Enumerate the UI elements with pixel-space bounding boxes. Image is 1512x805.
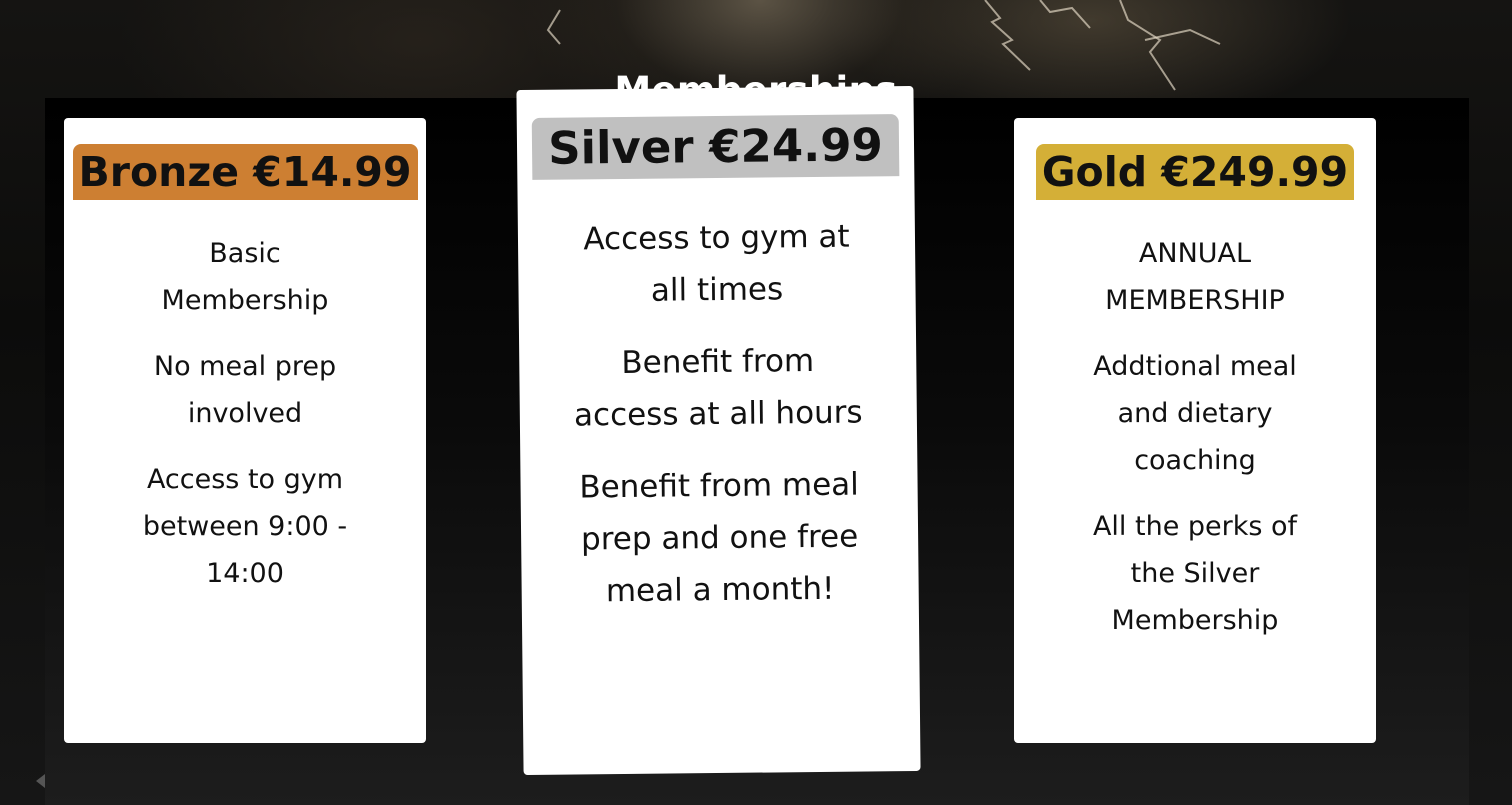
silver-feature-list: Access to gym at all times Benefit from … <box>566 210 870 617</box>
silver-price-label: Silver €24.99 <box>531 114 900 180</box>
bronze-feature-list: Basic Membership No meal prep involved A… <box>125 230 365 597</box>
gold-price-label: Gold €249.99 <box>1035 144 1355 200</box>
chevron-left-icon <box>36 774 45 788</box>
gold-feature: ANNUAL MEMBERSHIP <box>1105 238 1285 316</box>
silver-feature: Benefit from meal prep and one free meal… <box>579 466 859 610</box>
silver-feature: Benefit from access at all hours <box>573 342 863 434</box>
bronze-feature: No meal prep involved <box>153 351 337 429</box>
gold-feature: Addtional meal and dietary coaching <box>1093 351 1297 476</box>
silver-feature: Access to gym at all times <box>583 218 850 309</box>
silver-membership-card[interactable]: Silver €24.99 Access to gym at all times… <box>516 85 921 776</box>
bronze-price-label: Bronze €14.99 <box>72 144 418 200</box>
gold-feature: All the perks of the Silver Membership <box>1092 511 1298 636</box>
page-title: Memberships <box>614 68 898 112</box>
gold-feature-list: ANNUAL MEMBERSHIP Addtional meal and die… <box>1075 230 1315 644</box>
bronze-feature: Basic Membership <box>161 238 329 316</box>
bronze-membership-card[interactable]: Bronze €14.99 Basic Membership No meal p… <box>64 118 426 743</box>
bronze-feature: Access to gym between 9:00 - 14:00 <box>142 464 348 589</box>
gold-membership-card[interactable]: Gold €249.99 ANNUAL MEMBERSHIP Addtional… <box>1014 118 1376 743</box>
